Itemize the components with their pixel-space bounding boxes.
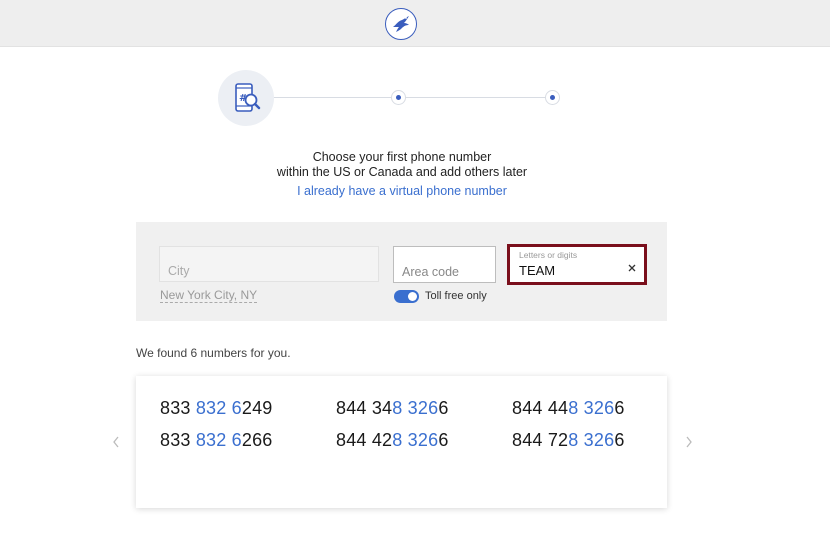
clear-icon[interactable] (626, 261, 638, 273)
number-part: 844 34 (336, 398, 393, 418)
city-field (159, 246, 379, 282)
number-match: 8 326 (392, 398, 439, 418)
city-suggestion-link[interactable]: New York City, NY (160, 288, 258, 303)
number-part: 833 (160, 398, 196, 418)
toll-free-toggle[interactable] (394, 289, 419, 303)
number-part: 844 42 (336, 430, 393, 450)
chevron-left-icon[interactable] (111, 434, 121, 450)
number-part: 249 (241, 398, 273, 418)
number-match: 8 326 (568, 398, 615, 418)
results-card: 833 832 6249 844 348 3266 844 448 3266 8… (136, 376, 667, 508)
top-bar (0, 0, 830, 47)
step-2-dot (391, 90, 406, 105)
search-panel: New York City, NY Toll free only Letters… (136, 222, 667, 321)
step-3-dot (545, 90, 560, 105)
toll-free-label: Toll free only (425, 290, 487, 302)
headline-line-1: Choose your first phone number (312, 150, 492, 164)
phone-number-option[interactable]: 833 832 6266 (160, 430, 273, 451)
letters-digits-label: Letters or digits (519, 250, 578, 260)
phone-number-option[interactable]: 844 448 3266 (512, 398, 625, 419)
number-match: 832 6 (195, 398, 242, 418)
number-match: 8 326 (568, 430, 615, 450)
phone-number-option[interactable]: 833 832 6249 (160, 398, 273, 419)
number-part: 6 (614, 430, 625, 450)
number-part: 833 (160, 430, 196, 450)
area-code-input[interactable] (394, 247, 495, 282)
number-match: 832 6 (195, 430, 242, 450)
bird-logo-icon[interactable] (385, 8, 417, 40)
toll-free-row: Toll free only (394, 289, 487, 303)
number-part: 844 44 (512, 398, 569, 418)
area-code-field (393, 246, 496, 283)
letters-digits-field[interactable]: Letters or digits TEAM (507, 244, 647, 285)
letters-digits-value[interactable]: TEAM (519, 263, 555, 278)
phone-search-icon: # (218, 70, 274, 126)
number-part: 266 (241, 430, 273, 450)
number-part: 6 (614, 398, 625, 418)
city-input[interactable] (160, 247, 378, 281)
virtual-number-link[interactable]: I already have a virtual phone number (200, 184, 604, 198)
headline-line-2: within the US or Canada and add others l… (276, 165, 528, 179)
number-part: 6 (438, 398, 449, 418)
chevron-right-icon[interactable] (684, 434, 694, 450)
progress-stepper: # (218, 70, 560, 126)
phone-number-option[interactable]: 844 728 3266 (512, 430, 625, 451)
number-part: 844 72 (512, 430, 569, 450)
results-count-text: We found 6 numbers for you. (136, 346, 291, 360)
phone-number-option[interactable]: 844 348 3266 (336, 398, 449, 419)
phone-number-option[interactable]: 844 428 3266 (336, 430, 449, 451)
number-match: 8 326 (392, 430, 439, 450)
number-part: 6 (438, 430, 449, 450)
stepper-line (274, 97, 554, 98)
